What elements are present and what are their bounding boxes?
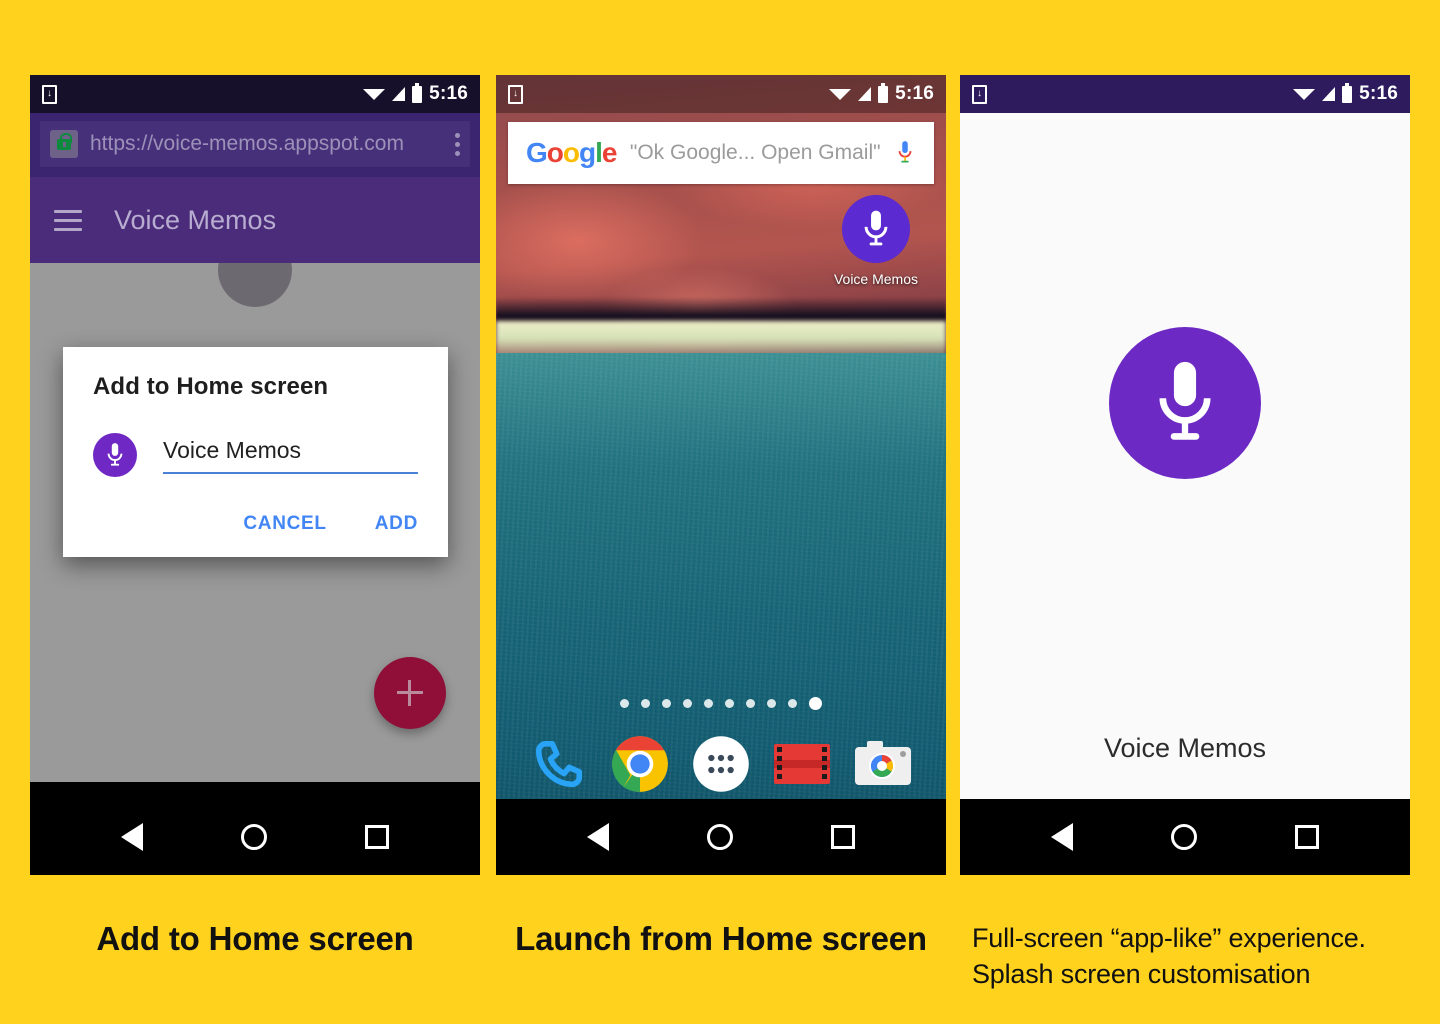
home-dock (496, 733, 946, 795)
dialog-title: Add to Home screen (93, 373, 329, 400)
signal-icon (392, 87, 406, 101)
dialog-input-row: Voice Memos (93, 433, 418, 477)
status-bar-left: ↓ (508, 84, 523, 104)
splash-app-name: Voice Memos (1103, 733, 1267, 763)
play-movies-icon[interactable] (771, 733, 833, 795)
add-recording-fab[interactable] (374, 657, 446, 729)
chrome-icon[interactable] (609, 733, 671, 795)
status-bar-left: ↓ (42, 84, 57, 104)
app-bar: Voice Memos (30, 177, 480, 263)
status-bar-right: 5:16 (1293, 82, 1398, 105)
battery-icon (1342, 82, 1353, 103)
status-bar: ↓ 5:16 (496, 75, 946, 113)
recents-square-icon[interactable] (1295, 825, 1319, 849)
status-bar: ↓ 5:16 (30, 75, 480, 113)
phone-screenshot-add-to-home: ↓ 5:16 https://voice-memos.appspot.com V… (30, 75, 480, 875)
search-hint-text: "Ok Google... Open Gmail" (629, 141, 881, 164)
caption-full-screen: Full-screen “app-like” experience. Splas… (972, 920, 1432, 993)
wifi-icon (829, 88, 852, 100)
microphone-icon (842, 195, 910, 263)
caption-line-1: Full-screen “app-like” experience. (972, 923, 1366, 953)
home-page-indicator (496, 697, 946, 710)
page-dot[interactable] (746, 699, 755, 708)
wifi-icon (1293, 88, 1316, 100)
google-mic-icon[interactable] (894, 138, 916, 168)
home-circle-icon[interactable] (1171, 824, 1197, 850)
download-icon: ↓ (508, 84, 523, 104)
nav-bar (496, 799, 946, 875)
hamburger-icon[interactable] (54, 209, 82, 231)
status-bar-right: 5:16 (829, 82, 934, 105)
google-logo: Google (526, 137, 617, 168)
caption-line-2: Splash screen customisation (972, 959, 1311, 990)
shortcut-label: Voice Memos (833, 271, 919, 287)
page-dot[interactable] (620, 699, 629, 708)
placeholder-mic-icon (218, 263, 292, 307)
app-bar-title: Voice Memos (114, 204, 277, 235)
omnibox[interactable]: https://voice-memos.appspot.com (40, 121, 470, 167)
home-circle-icon[interactable] (707, 824, 733, 850)
back-triangle-icon[interactable] (1051, 823, 1073, 851)
status-bar: ↓ 5:16 (960, 75, 1410, 113)
back-triangle-icon[interactable] (121, 823, 143, 851)
page-dot-active[interactable] (809, 697, 822, 710)
dialog-actions: CANCEL ADD (93, 513, 418, 543)
page-dot[interactable] (767, 699, 776, 708)
phone-screenshot-splash: ↓ 5:16 Voice Memos (960, 75, 1410, 875)
caption-launch-from-home: Launch from Home screen (515, 920, 927, 957)
shortcut-name-value: Voice Memos (163, 436, 302, 463)
caption-add-to-home: Add to Home screen (96, 920, 414, 957)
phone-screenshot-home-screen: ↓ 5:16 Google "Ok Google... Open Gmail" (496, 75, 946, 875)
phone-icon[interactable] (528, 733, 590, 795)
download-icon: ↓ (42, 84, 57, 104)
page-dot[interactable] (641, 699, 650, 708)
signal-icon (858, 87, 872, 101)
camera-icon[interactable] (852, 733, 914, 795)
browser-toolbar: https://voice-memos.appspot.com (30, 113, 480, 177)
status-bar-clock: 5:16 (895, 83, 934, 104)
status-bar-clock: 5:16 (429, 83, 468, 104)
page-dot[interactable] (662, 699, 671, 708)
download-icon: ↓ (972, 84, 987, 104)
page-dot[interactable] (704, 699, 713, 708)
microphone-icon (93, 433, 137, 477)
nav-bar (960, 799, 1410, 875)
status-bar-right: 5:16 (363, 82, 468, 105)
wifi-icon (363, 88, 386, 100)
back-triangle-icon[interactable] (587, 823, 609, 851)
page-dot[interactable] (725, 699, 734, 708)
app-drawer-icon[interactable] (690, 733, 752, 795)
battery-icon (878, 82, 889, 103)
splash-screen: Voice Memos (960, 113, 1410, 837)
add-to-home-screen-dialog: Add to Home screen Voice Memos CANCEL AD… (63, 347, 448, 557)
url-text: https://voice-memos.appspot.com (90, 132, 404, 155)
nav-bar (30, 799, 480, 875)
input-underline (163, 471, 418, 474)
microphone-icon (1109, 327, 1261, 479)
plus-icon (397, 680, 423, 706)
google-search-widget[interactable]: Google "Ok Google... Open Gmail" (508, 122, 934, 184)
secure-lock-icon (50, 130, 78, 158)
recents-square-icon[interactable] (831, 825, 855, 849)
cancel-button[interactable]: CANCEL (243, 513, 326, 535)
page-dot[interactable] (788, 699, 797, 708)
home-circle-icon[interactable] (241, 824, 267, 850)
add-button[interactable]: ADD (375, 513, 418, 535)
status-bar-left: ↓ (972, 84, 987, 104)
kebab-menu-icon[interactable] (445, 132, 460, 156)
slide-canvas: ↓ 5:16 https://voice-memos.appspot.com V… (0, 0, 1440, 1024)
recents-square-icon[interactable] (365, 825, 389, 849)
home-screen-shortcut-voice-memos[interactable]: Voice Memos (821, 195, 931, 287)
shortcut-name-field[interactable]: Voice Memos (163, 437, 418, 474)
status-bar-clock: 5:16 (1359, 83, 1398, 104)
page-dot[interactable] (683, 699, 692, 708)
signal-icon (1322, 87, 1336, 101)
battery-icon (412, 82, 423, 103)
